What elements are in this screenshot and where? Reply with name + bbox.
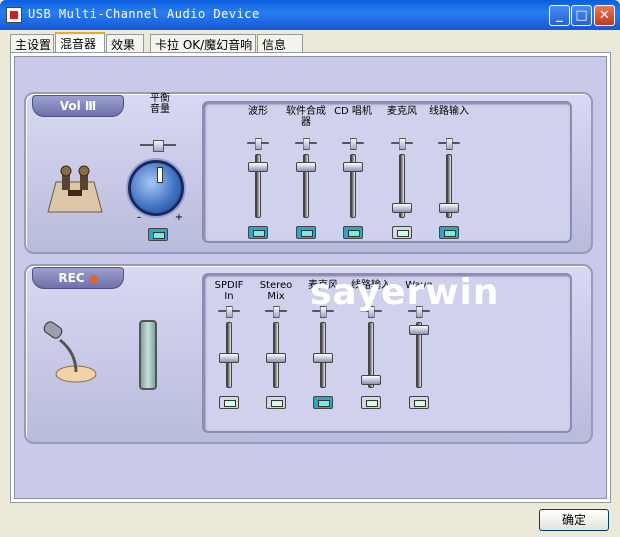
knob-plus-label: + — [174, 212, 184, 223]
record-group-label: REC — [32, 267, 124, 289]
playback-channel-label: CD 唱机 — [334, 106, 372, 117]
master-balance-slider[interactable] — [140, 140, 176, 152]
record-volume-thumb[interactable] — [313, 352, 333, 363]
record-mute-button[interactable] — [219, 396, 239, 409]
playback-balance-slider[interactable] — [391, 138, 413, 150]
playback-balance-slider[interactable] — [247, 138, 269, 150]
record-channel-label: Stereo Mix — [259, 280, 293, 302]
playback-balance-slider[interactable] — [342, 138, 364, 150]
microphone-icon — [43, 321, 97, 383]
app-icon — [6, 7, 22, 23]
record-volume-thumb[interactable] — [409, 324, 429, 335]
window-title: USB Multi-Channel Audio Device — [28, 7, 260, 21]
playback-mute-button[interactable] — [392, 226, 412, 239]
watermark-text: sayerwin — [310, 272, 500, 313]
playback-volume-thumb[interactable] — [343, 162, 363, 173]
knob-minus-label: – — [136, 212, 142, 223]
master-volume-knob[interactable] — [128, 160, 184, 216]
playback-mute-button[interactable] — [296, 226, 316, 239]
playback-channel-label: 麦克风 — [387, 106, 417, 117]
record-balance-slider[interactable] — [265, 306, 287, 318]
playback-channel-label: 软件合成 器 — [286, 106, 326, 128]
tab-karaoke[interactable]: 卡拉 OK/魔幻音响 — [150, 34, 256, 53]
record-volume-thumb[interactable] — [266, 352, 286, 363]
record-level-meter — [139, 320, 157, 390]
playback-channel-label: 线路输入 — [429, 106, 469, 117]
record-mute-button[interactable] — [361, 396, 381, 409]
playback-channel-label: 波形 — [248, 106, 268, 117]
record-channel-label: SPDIF In — [214, 280, 244, 302]
record-mute-button[interactable] — [409, 396, 429, 409]
tab-main-settings[interactable]: 主设置 — [10, 34, 54, 53]
ok-button[interactable]: 确定 — [539, 509, 609, 531]
tab-info[interactable]: 信息 — [257, 34, 303, 53]
playback-balance-slider[interactable] — [295, 138, 317, 150]
balance-label: 平衡 音量 — [150, 93, 170, 115]
playback-mute-button[interactable] — [248, 226, 268, 239]
playback-mute-button[interactable] — [343, 226, 363, 239]
playback-volume-thumb[interactable] — [248, 162, 268, 173]
record-volume-thumb[interactable] — [361, 375, 381, 386]
record-mute-button[interactable] — [266, 396, 286, 409]
minimize-button[interactable]: _ — [549, 5, 570, 26]
playback-group-label: Vol Ⅲ — [32, 95, 124, 117]
tab-effects[interactable]: 效果 — [106, 34, 144, 53]
title-bar: USB Multi-Channel Audio Device _ □ ✕ — [0, 0, 620, 30]
speaker-icon — [47, 165, 103, 213]
tab-mixer[interactable]: 混音器 — [55, 32, 105, 54]
record-led-icon — [89, 274, 98, 283]
record-mute-button[interactable] — [313, 396, 333, 409]
record-volume-thumb[interactable] — [219, 352, 239, 363]
playback-volume-thumb[interactable] — [296, 162, 316, 173]
close-button[interactable]: ✕ — [594, 5, 615, 26]
playback-mute-button[interactable] — [439, 226, 459, 239]
record-balance-slider[interactable] — [218, 306, 240, 318]
maximize-button[interactable]: □ — [571, 5, 592, 26]
playback-balance-slider[interactable] — [438, 138, 460, 150]
playback-volume-thumb[interactable] — [439, 202, 459, 213]
playback-volume-thumb[interactable] — [392, 202, 412, 213]
master-mute-button[interactable] — [148, 228, 168, 241]
